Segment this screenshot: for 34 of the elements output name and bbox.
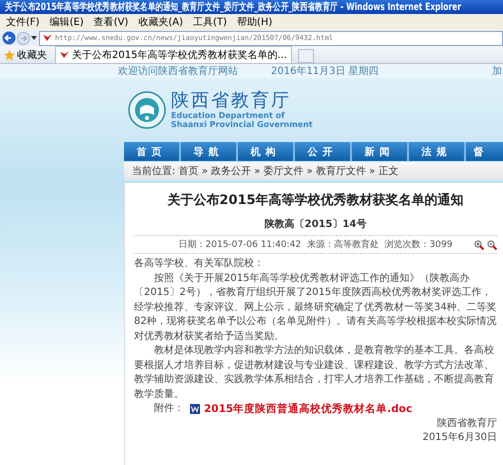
menu-item[interactable]: 收藏夹(A) <box>138 15 183 29</box>
browser-tab[interactable]: 关于公布2015年高等学校优秀教材获奖名单的... <box>55 46 292 63</box>
document-number: 陕教高〔2015〕14号 <box>264 217 368 231</box>
attachment-link[interactable]: 2015年度陕西普通高校优秀教材名单.doc <box>190 402 412 416</box>
paragraph: 按照《关于开展2015年高等学校优秀教材评选工作的通知》（陕教高办〔2015〕2号），省教育厅组织开展了2015年度陕西高校优秀教材奖评选工作，经学校推荐、专家评议、网上公示，最终研究确定了优秀教材一等奖34种、二等奖82种，现将获奖名单予以公布（名单见附件）。请有关高等学校根据本校实际情况对优秀教材获奖者给予适当奖励。 <box>134 272 497 344</box>
breadcrumb: 当前位置: 首页 » 政务公开 » 委厅文件 » 教育厅文件 » 正文 <box>124 162 503 180</box>
signature-date: 2015年6月30日 <box>421 431 497 445</box>
site-subtitle: Education Department of <box>171 111 286 120</box>
menu-item[interactable]: 查看(V) <box>94 15 128 29</box>
zoom-out-icon[interactable] <box>487 240 497 250</box>
dropdown-icon[interactable] <box>31 36 37 40</box>
top-link[interactable]: 加 <box>492 64 502 78</box>
menu-item[interactable]: 帮助(H) <box>236 15 272 29</box>
salutation: 各高等学校、有关军队院校： <box>134 257 265 271</box>
site-title: 陕西省教育厅 <box>171 91 292 111</box>
article-meta: 日期：2015-07-06 11:40:42 来源：高等教育处 浏览次数：3099 <box>178 238 452 251</box>
emblem-icon <box>128 91 166 129</box>
attachment-label: 附件： <box>154 402 184 416</box>
favorites-button[interactable]: 收藏夹 <box>2 47 49 63</box>
word-document-icon <box>190 404 200 414</box>
welcome-text: 欢迎访问陕西省教育厅网站 <box>118 64 238 78</box>
signature: 陕西省教育厅 <box>436 416 497 430</box>
window-title: 关于公布2015年高等学校优秀教材获奖名单的通知_教育厅文件_委厅文件_政务公开_陕西省教育厅 - Windows Internet Explorer <box>5 0 462 14</box>
back-icon[interactable] <box>2 31 16 45</box>
article-title: 关于公布2015年高等学校优秀教材获奖名单的通知 <box>166 192 465 209</box>
zoom-in-icon[interactable] <box>474 240 484 250</box>
menu-item[interactable]: 文件(F) <box>6 15 40 29</box>
site-subtitle: Shaanxi Provincial Government <box>171 120 313 129</box>
date-text: 2016年11月3日 星期四 <box>271 64 379 78</box>
menu-item[interactable]: 编辑(E) <box>50 15 84 29</box>
menu-item[interactable]: 工具(T) <box>193 15 227 29</box>
nav-item[interactable]: 督 <box>466 142 496 161</box>
star-icon <box>4 50 15 60</box>
paragraph: 教材是体现教学内容和教学方法的知识载体，是教育教学的基本工具。各高校要根据人才培养目标，促进教材建设与专业建设、课程建设、教学方式方法改革、教学辅助资源建设、实践教学体系相结合，打牢人才培养工作基础，不断提高教育教学质量。 <box>134 344 495 402</box>
